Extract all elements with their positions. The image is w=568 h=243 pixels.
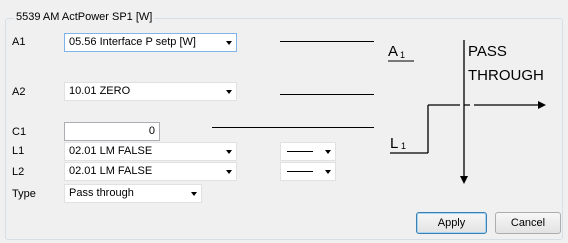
l1-select-value: 02.01 LM FALSE: [69, 145, 153, 157]
type-select-value: Pass through: [69, 187, 134, 199]
chevron-down-icon: [226, 41, 232, 45]
cancel-button[interactable]: Cancel: [495, 212, 561, 234]
a2-select[interactable]: 10.01 ZERO: [64, 82, 237, 101]
a2-select-value: 10.01 ZERO: [69, 85, 131, 97]
diagram-right-arrow: [538, 101, 546, 109]
line-style-icon: [287, 151, 313, 152]
l2-line-style-select[interactable]: [280, 162, 336, 181]
a1-label: A1: [12, 36, 26, 48]
a1-select-value: 05.56 Interface P setp [W]: [69, 36, 196, 48]
line-style-icon: [287, 171, 313, 172]
diagram-a-label: A: [388, 43, 398, 60]
diagram-l-label: L: [390, 135, 398, 152]
pass-through-diagram: A 1 PASS THROUGH L 1: [388, 40, 546, 184]
a1-select[interactable]: 05.56 Interface P setp [W]: [64, 33, 237, 52]
diagram-down-arrow: [460, 176, 468, 184]
a1-connector-line: [280, 41, 374, 42]
apply-button[interactable]: Apply: [416, 212, 487, 234]
l1-line-style-select[interactable]: [280, 142, 336, 161]
l1-label: L1: [12, 145, 25, 157]
l2-select-value: 02.01 LM FALSE: [69, 165, 153, 177]
a2-connector-line: [280, 94, 374, 95]
c1-input[interactable]: 0: [64, 122, 160, 141]
l2-select[interactable]: 02.01 LM FALSE: [64, 162, 237, 181]
group-title: 5539 AM ActPower SP1 [W]: [14, 11, 155, 24]
c1-label: C1: [12, 126, 27, 138]
chevron-down-icon: [325, 150, 331, 154]
chevron-down-icon: [325, 170, 331, 174]
diagram-a-sub: 1: [400, 50, 405, 60]
chevron-down-icon: [226, 150, 232, 154]
l2-label: L2: [12, 166, 25, 178]
chevron-down-icon: [226, 90, 232, 94]
chevron-down-icon: [191, 192, 197, 196]
c1-connector-line: [212, 127, 374, 128]
a2-label: A2: [12, 86, 26, 98]
type-select[interactable]: Pass through: [64, 184, 202, 203]
l1-select[interactable]: 02.01 LM FALSE: [64, 142, 237, 161]
diagram-l-sub: 1: [401, 141, 406, 151]
diagram-text-through: THROUGH: [468, 67, 544, 84]
chevron-down-icon: [226, 170, 232, 174]
diagram-text-pass: PASS: [468, 43, 507, 60]
type-label: Type: [12, 188, 36, 200]
